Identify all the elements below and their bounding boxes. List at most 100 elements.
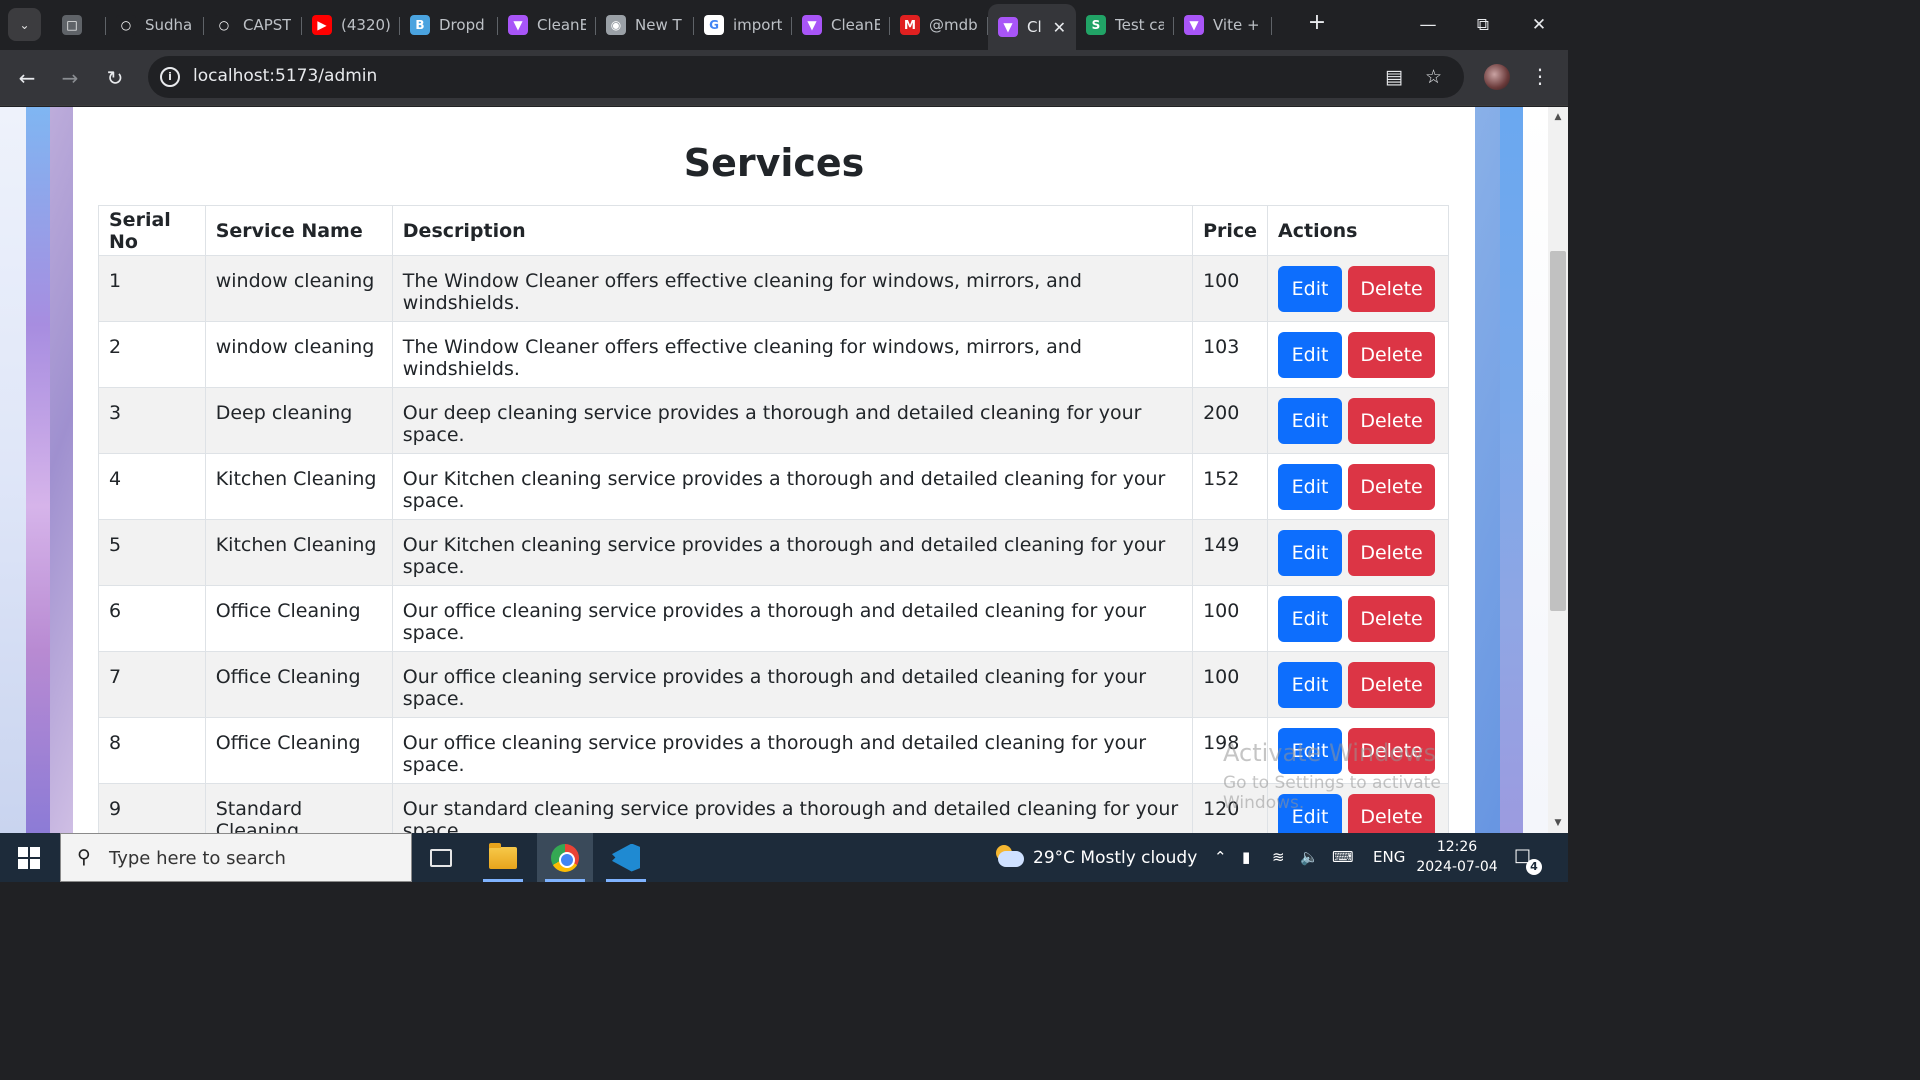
- scroll-up-arrow-icon[interactable]: ▲: [1548, 109, 1568, 125]
- browser-tab[interactable]: S Test ca: [1076, 4, 1174, 46]
- watermark-title: Activate Windows: [1223, 739, 1437, 767]
- cell-service-name: Kitchen Cleaning: [204, 519, 393, 586]
- folder-icon: [489, 842, 517, 869]
- language-indicator[interactable]: ENG: [1373, 848, 1405, 866]
- browser-tab[interactable]: ▼ Vite +: [1174, 4, 1272, 46]
- scroll-down-arrow-icon[interactable]: ▼: [1548, 815, 1568, 831]
- delete-button[interactable]: Delete: [1348, 398, 1436, 444]
- taskbar-search-box[interactable]: ⚲ Type here to search: [60, 833, 412, 882]
- browser-tab[interactable]: ◉ New T: [596, 4, 694, 46]
- arrow-left-icon: ←: [18, 66, 36, 90]
- forward-button[interactable]: →: [56, 64, 84, 92]
- chrome-icon: [551, 843, 579, 872]
- cell-serial: 8: [98, 717, 206, 784]
- cell-actions: Edit Delete: [1267, 585, 1449, 652]
- cell-actions: Edit Delete: [1267, 519, 1449, 586]
- cell-actions: Edit Delete: [1267, 453, 1449, 520]
- delete-button[interactable]: Delete: [1348, 464, 1436, 510]
- delete-button[interactable]: Delete: [1348, 530, 1436, 576]
- minimize-icon: —: [1419, 15, 1437, 35]
- edit-button[interactable]: Edit: [1278, 332, 1343, 378]
- close-icon: ✕: [1531, 15, 1547, 35]
- vscode-taskbar-button[interactable]: [598, 833, 654, 882]
- card-icon[interactable]: ▤: [1385, 66, 1403, 88]
- tab-search-button[interactable]: ⌄: [8, 8, 41, 41]
- tab-title: Dropd: [439, 16, 485, 34]
- cell-description: Our office cleaning service provides a t…: [391, 585, 1194, 652]
- browser-tab[interactable]: ▼ Cl ✕: [988, 4, 1076, 50]
- cell-serial: 4: [98, 453, 206, 520]
- browser-tab-strip: ⌄ □ ○ Sudha ○ CAPST ▶ (4320) B Dropd ▼ CleanE ◉ New …: [0, 0, 1568, 50]
- browser-tab[interactable]: ▼ CleanE: [498, 4, 596, 46]
- delete-button[interactable]: Delete: [1348, 332, 1436, 378]
- header-actions: Actions: [1267, 205, 1449, 256]
- close-window-button[interactable]: ✕: [1522, 10, 1556, 40]
- browser-tab[interactable]: B Dropd: [400, 4, 498, 46]
- scrollbar-thumb[interactable]: [1550, 251, 1566, 611]
- close-tab-icon[interactable]: ✕: [1053, 18, 1066, 37]
- weather-cloud-icon[interactable]: [994, 845, 1024, 867]
- reload-button[interactable]: ↻: [101, 64, 129, 92]
- tab-title: Cl: [1027, 18, 1041, 36]
- google-icon: G: [704, 15, 724, 35]
- browser-tab[interactable]: □: [52, 4, 106, 46]
- back-button[interactable]: ←: [13, 64, 41, 92]
- tab-title: CleanE: [537, 16, 586, 34]
- cell-price: 200: [1192, 387, 1269, 454]
- restore-button[interactable]: ⧉: [1466, 10, 1500, 40]
- minimize-button[interactable]: —: [1411, 10, 1445, 40]
- url-text[interactable]: localhost:5173/admin: [193, 66, 377, 86]
- delete-button[interactable]: Delete: [1348, 266, 1436, 312]
- page-viewport: Services Serial No Service Name Descript…: [0, 107, 1568, 833]
- profile-avatar[interactable]: [1484, 64, 1510, 90]
- chrome-taskbar-button[interactable]: [537, 833, 593, 882]
- browser-tab[interactable]: ▼ CleanE: [792, 4, 890, 46]
- delete-button[interactable]: Delete: [1348, 662, 1436, 708]
- site-info-icon[interactable]: i: [160, 67, 180, 87]
- address-bar[interactable]: i localhost:5173/admin ▤ ☆: [148, 56, 1464, 98]
- edit-button[interactable]: Edit: [1278, 398, 1343, 444]
- system-clock[interactable]: 12:26 2024-07-04: [1412, 837, 1502, 877]
- windows-activation-watermark: Activate Windows Go to Settings to activ…: [1223, 739, 1475, 813]
- file-explorer-button[interactable]: [475, 833, 531, 882]
- keyboard-icon[interactable]: ⌨: [1332, 848, 1354, 866]
- reload-icon: ↻: [106, 66, 124, 90]
- edit-button[interactable]: Edit: [1278, 530, 1343, 576]
- edit-button[interactable]: Edit: [1278, 662, 1343, 708]
- cell-serial: 5: [98, 519, 206, 586]
- bookmark-star-icon[interactable]: ☆: [1425, 66, 1442, 88]
- cell-price: 149: [1192, 519, 1269, 586]
- browser-tab[interactable]: ○ CAPST: [204, 4, 302, 46]
- search-icon: ⚲: [77, 846, 91, 868]
- wifi-icon[interactable]: ≋: [1272, 848, 1285, 866]
- table-row: 4 Kitchen Cleaning Our Kitchen cleaning se…: [98, 453, 1449, 520]
- windows-start-icon[interactable]: [18, 847, 40, 869]
- task-view-button[interactable]: [413, 833, 469, 882]
- browser-tab[interactable]: Gimport: [694, 4, 792, 46]
- tab-title: @mdb: [929, 16, 978, 34]
- edit-button[interactable]: Edit: [1278, 464, 1343, 510]
- edit-button[interactable]: Edit: [1278, 596, 1343, 642]
- browser-tab[interactable]: M @mdb: [890, 4, 988, 46]
- tab-list: □ ○ Sudha ○ CAPST ▶ (4320) B Dropd ▼ CleanE ◉ New T G…: [52, 4, 1272, 50]
- github-icon: ○: [214, 15, 234, 35]
- tray-overflow-icon[interactable]: ⌃: [1214, 848, 1227, 866]
- page-scrollbar[interactable]: ▲ ▼: [1548, 107, 1568, 833]
- new-tab-button[interactable]: +: [1305, 12, 1329, 36]
- battery-icon[interactable]: ▮: [1242, 848, 1250, 866]
- background-right: [1523, 107, 1548, 833]
- weather-text[interactable]: 29°C Mostly cloudy: [1033, 848, 1197, 868]
- delete-button[interactable]: Delete: [1348, 596, 1436, 642]
- cell-serial: 1: [98, 255, 206, 322]
- browser-tab[interactable]: ▶ (4320): [302, 4, 400, 46]
- volume-icon[interactable]: 🔈: [1300, 848, 1319, 866]
- cell-service-name: Kitchen Cleaning: [204, 453, 393, 520]
- table-header-row: Serial No Service Name Description Price…: [98, 205, 1449, 256]
- table-row: 1 window cleaning The Window Cleaner offer…: [98, 255, 1449, 322]
- cell-service-name: Office Cleaning: [204, 585, 393, 652]
- cell-serial: 7: [98, 651, 206, 718]
- edit-button[interactable]: Edit: [1278, 266, 1343, 312]
- cell-serial: 6: [98, 585, 206, 652]
- browser-menu-icon[interactable]: ⋮: [1530, 64, 1550, 88]
- browser-tab[interactable]: ○ Sudha: [106, 4, 204, 46]
